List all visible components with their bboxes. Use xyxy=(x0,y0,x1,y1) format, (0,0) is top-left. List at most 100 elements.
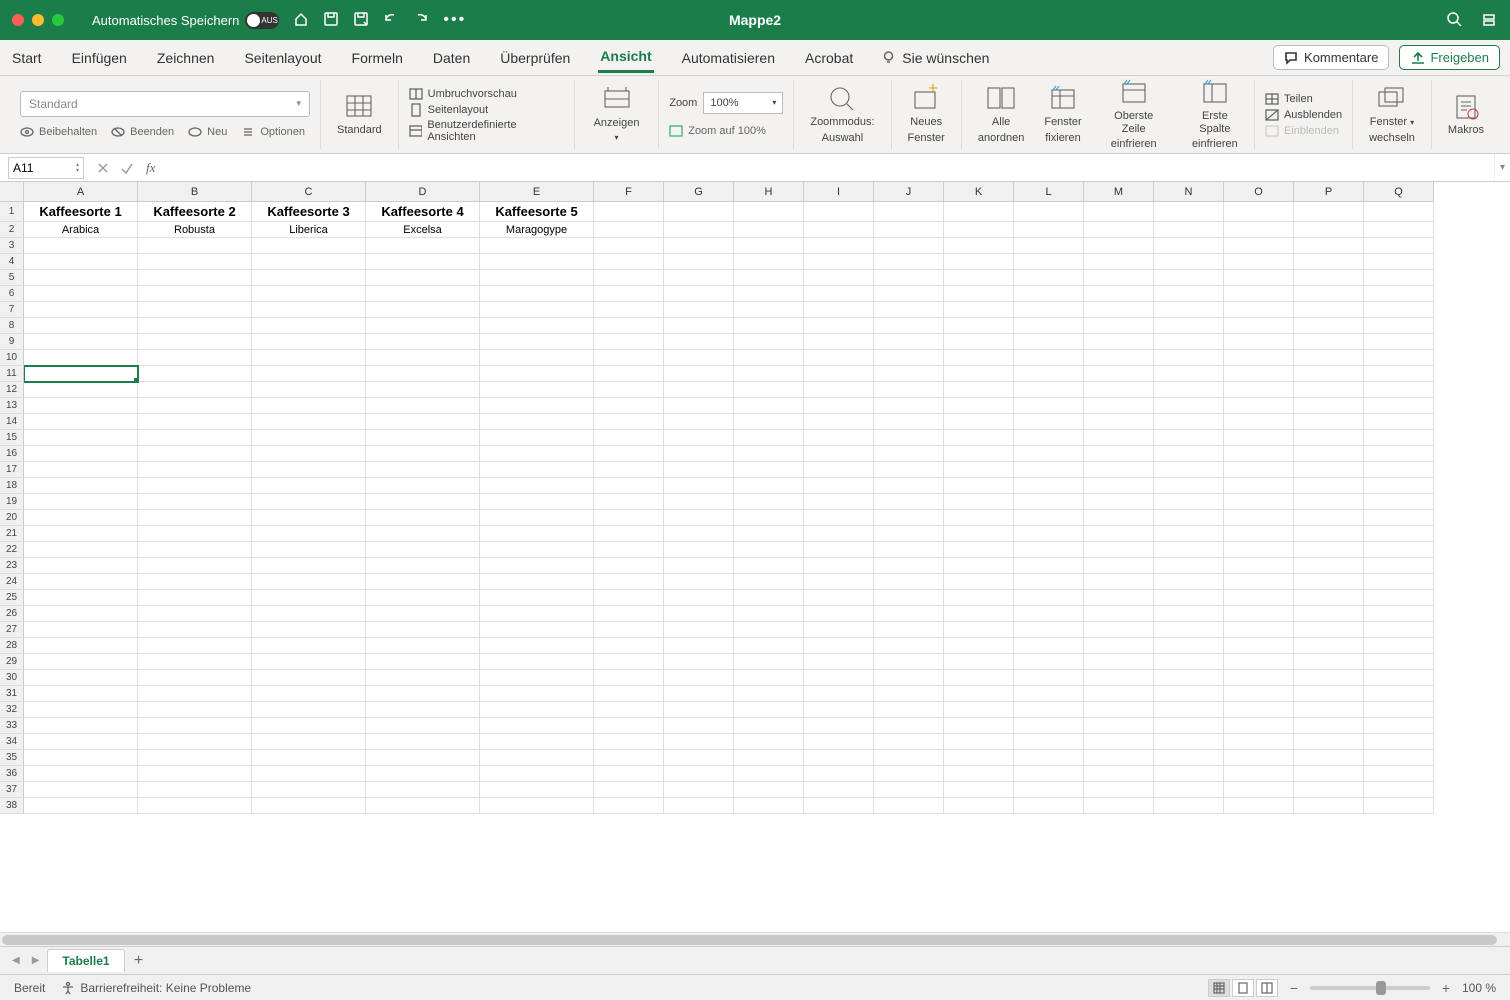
cell[interactable] xyxy=(1084,750,1154,766)
cell[interactable] xyxy=(874,302,944,318)
cell[interactable] xyxy=(874,686,944,702)
cell[interactable] xyxy=(1224,366,1294,382)
cell[interactable] xyxy=(1364,686,1434,702)
cell[interactable] xyxy=(252,766,366,782)
cell[interactable] xyxy=(1014,622,1084,638)
row-header[interactable]: 37 xyxy=(0,782,24,798)
cell[interactable] xyxy=(1014,606,1084,622)
cell[interactable] xyxy=(594,766,664,782)
cell[interactable] xyxy=(138,414,252,430)
cell[interactable] xyxy=(594,734,664,750)
cell[interactable] xyxy=(252,334,366,350)
save-as-icon[interactable] xyxy=(353,11,369,27)
cell[interactable] xyxy=(24,702,138,718)
cell[interactable] xyxy=(1294,686,1364,702)
row-header[interactable]: 3 xyxy=(0,238,24,254)
cell[interactable] xyxy=(1294,526,1364,542)
cell[interactable] xyxy=(1084,202,1154,222)
cell[interactable] xyxy=(252,702,366,718)
cell[interactable] xyxy=(366,670,480,686)
cell[interactable] xyxy=(1084,510,1154,526)
cell[interactable] xyxy=(1014,366,1084,382)
cell[interactable] xyxy=(24,270,138,286)
cell[interactable]: Excelsa xyxy=(366,222,480,238)
cell[interactable] xyxy=(944,638,1014,654)
cell[interactable] xyxy=(480,702,594,718)
cell[interactable] xyxy=(734,686,804,702)
cell[interactable] xyxy=(874,446,944,462)
cell[interactable] xyxy=(804,782,874,798)
cell[interactable] xyxy=(804,270,874,286)
cell[interactable] xyxy=(1154,574,1224,590)
cell[interactable] xyxy=(138,542,252,558)
cell[interactable] xyxy=(1224,734,1294,750)
freeze-panes-button[interactable]: Fenster fixieren xyxy=(1038,82,1087,146)
cell[interactable] xyxy=(366,558,480,574)
cell[interactable] xyxy=(1084,686,1154,702)
cell[interactable] xyxy=(480,302,594,318)
cell[interactable] xyxy=(664,222,734,238)
cell[interactable] xyxy=(366,494,480,510)
cell[interactable] xyxy=(480,638,594,654)
cell[interactable] xyxy=(1014,574,1084,590)
cell[interactable] xyxy=(1224,414,1294,430)
cell[interactable] xyxy=(804,510,874,526)
cell[interactable] xyxy=(366,526,480,542)
cell[interactable] xyxy=(480,718,594,734)
cell[interactable] xyxy=(734,654,804,670)
cell[interactable] xyxy=(1294,574,1364,590)
col-header[interactable]: E xyxy=(480,182,594,202)
cell[interactable] xyxy=(594,202,664,222)
split-button[interactable]: Teilen xyxy=(1265,92,1342,106)
cell[interactable] xyxy=(1294,398,1364,414)
cell[interactable] xyxy=(138,462,252,478)
cell[interactable] xyxy=(874,286,944,302)
cell[interactable] xyxy=(138,574,252,590)
cell[interactable] xyxy=(1294,510,1364,526)
cell[interactable] xyxy=(664,766,734,782)
cell[interactable] xyxy=(1014,446,1084,462)
zoom-selection-button[interactable]: Zoommodus: Auswahl xyxy=(804,82,880,146)
cell[interactable] xyxy=(874,590,944,606)
cell[interactable] xyxy=(1084,446,1154,462)
cell[interactable] xyxy=(1364,270,1434,286)
cell[interactable] xyxy=(480,798,594,814)
cell[interactable] xyxy=(664,638,734,654)
cell[interactable] xyxy=(1294,654,1364,670)
row-header[interactable]: 19 xyxy=(0,494,24,510)
cell[interactable] xyxy=(1294,222,1364,238)
cell[interactable] xyxy=(944,382,1014,398)
cell[interactable] xyxy=(1154,202,1224,222)
freeze-top-row-button[interactable]: Oberste Zeile einfrieren xyxy=(1096,76,1172,154)
cell[interactable] xyxy=(804,734,874,750)
cell[interactable] xyxy=(944,750,1014,766)
cell[interactable] xyxy=(594,654,664,670)
cell[interactable] xyxy=(1294,590,1364,606)
cell[interactable] xyxy=(366,622,480,638)
cell[interactable] xyxy=(1364,350,1434,366)
col-header[interactable]: K xyxy=(944,182,1014,202)
cell[interactable] xyxy=(804,446,874,462)
cell[interactable] xyxy=(138,670,252,686)
cell[interactable] xyxy=(1364,202,1434,222)
redo-icon[interactable] xyxy=(413,11,429,27)
close-window-button[interactable] xyxy=(12,14,24,26)
cell[interactable] xyxy=(1014,798,1084,814)
cell[interactable] xyxy=(734,222,804,238)
cell[interactable] xyxy=(138,350,252,366)
tab-draw[interactable]: Zeichnen xyxy=(155,44,217,72)
cell[interactable] xyxy=(366,734,480,750)
row-header[interactable]: 5 xyxy=(0,270,24,286)
cell[interactable] xyxy=(24,286,138,302)
cell[interactable] xyxy=(366,302,480,318)
cell[interactable] xyxy=(1084,702,1154,718)
cell[interactable] xyxy=(874,398,944,414)
cell[interactable] xyxy=(1014,270,1084,286)
row-header[interactable]: 36 xyxy=(0,766,24,782)
cell[interactable] xyxy=(874,366,944,382)
cell[interactable] xyxy=(1294,718,1364,734)
row-header[interactable]: 2 xyxy=(0,222,24,238)
cell[interactable] xyxy=(480,526,594,542)
cell[interactable] xyxy=(1084,286,1154,302)
switch-windows-button[interactable]: Fenster ▾ wechseln xyxy=(1363,82,1421,146)
